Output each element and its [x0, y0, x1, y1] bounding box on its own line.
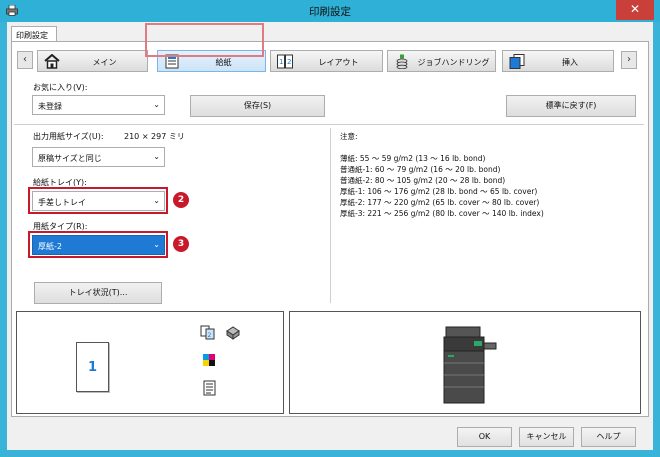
svg-text:2: 2 [208, 332, 212, 339]
paper-weight-notes: 注意: 薄紙: 55 〜 59 g/m2 (13 〜 16 lb. bond) … [340, 131, 544, 219]
function-button-main[interactable]: メイン [37, 50, 148, 72]
function-button-label: 給紙 [215, 58, 232, 67]
notes-line: 普通紙-2: 80 〜 105 g/m2 (20 〜 28 lb. bond) [340, 176, 506, 185]
chevron-down-icon: ⌄ [153, 152, 160, 161]
function-button-label: ジョブハンドリング [417, 58, 490, 67]
tab-print-settings[interactable]: 印刷設定 [11, 26, 57, 42]
annotation-badge-3: 3 [173, 236, 189, 252]
notes-line: 普通紙-1: 60 〜 79 g/m2 (16 〜 20 lb. bond) [340, 165, 501, 174]
function-button-label: レイアウト [318, 58, 359, 67]
chevron-down-icon: ⌄ [153, 100, 160, 109]
color-mode-icon [203, 354, 215, 366]
output-paper-size-select[interactable]: 原稿サイズと同じ ⌄ [32, 147, 165, 167]
close-button[interactable]: ✕ [616, 0, 654, 20]
nav-prev-button[interactable]: ‹ [17, 51, 33, 69]
paper-tray-select[interactable]: 手差しトレイ ⌄ [32, 191, 165, 211]
layout-icon: 1 2 [277, 54, 293, 69]
chevron-down-icon: ⌄ [153, 196, 160, 205]
paper-type-select[interactable]: 厚紙-2 ⌄ [32, 235, 165, 255]
document-icon [203, 380, 216, 396]
chevron-down-icon: ⌄ [153, 240, 160, 249]
printer-device-icon [443, 326, 497, 404]
page-preview-panel [16, 311, 284, 414]
notes-line: 厚紙-2: 177 〜 220 g/m2 (65 lb. cover 〜 80 … [340, 198, 540, 207]
insert-icon [509, 54, 525, 69]
window-title: 印刷設定 [309, 6, 351, 18]
vertical-divider [330, 128, 331, 303]
tray-status-button[interactable]: トレイ状況(T)... [34, 282, 162, 304]
function-button-layout[interactable]: 1 2 レイアウト [270, 50, 383, 72]
cancel-button[interactable]: キャンセル [519, 427, 574, 447]
output-paper-size-label: 出力用紙サイズ(U): [33, 132, 104, 141]
title-bar: 印刷設定 ✕ [0, 0, 660, 22]
job-handling-icon [396, 54, 408, 69]
function-button-label: 挿入 [562, 58, 578, 67]
page-number: 1 [87, 360, 98, 375]
duplex-copy-icon: 2 [200, 325, 215, 340]
selected-function-highlight-frame [145, 23, 264, 57]
notes-line: 厚紙-3: 221 〜 256 g/m2 (80 lb. cover 〜 140… [340, 209, 544, 218]
save-favorites-button[interactable]: 保存(S) [190, 95, 325, 117]
paper-tray-value: 手差しトレイ [38, 198, 86, 207]
function-button-label: メイン [92, 58, 117, 67]
notes-line: 厚紙-1: 106 〜 176 g/m2 (28 lb. bond 〜 65 l… [340, 187, 538, 196]
output-paper-size-dimensions: 210 × 297 ミリ [124, 132, 185, 141]
home-icon [44, 54, 60, 69]
svg-text:1: 1 [279, 58, 283, 66]
stapler-icon [226, 326, 240, 340]
favorites-value: 未登録 [38, 102, 62, 111]
divider [14, 124, 644, 125]
paper-type-value: 厚紙-2 [38, 242, 62, 251]
favorites-label: お気に入り(V): [33, 83, 88, 92]
function-button-insert[interactable]: 挿入 [502, 50, 614, 72]
help-button[interactable]: ヘルプ [581, 427, 636, 447]
notes-heading: 注意: [340, 132, 358, 141]
favorites-select[interactable]: 未登録 ⌄ [32, 95, 165, 115]
svg-text:2: 2 [287, 58, 291, 66]
restore-defaults-button[interactable]: 標準に戻す(F) [506, 95, 636, 117]
annotation-badge-2: 2 [173, 192, 189, 208]
page-preview-sheet: 1 [76, 342, 109, 392]
output-paper-size-value: 原稿サイズと同じ [38, 154, 102, 163]
nav-next-button[interactable]: › [621, 51, 637, 69]
ok-button[interactable]: OK [457, 427, 512, 447]
function-button-job-handling[interactable]: ジョブハンドリング [387, 50, 496, 72]
notes-line: 薄紙: 55 〜 59 g/m2 (13 〜 16 lb. bond) [340, 154, 486, 163]
